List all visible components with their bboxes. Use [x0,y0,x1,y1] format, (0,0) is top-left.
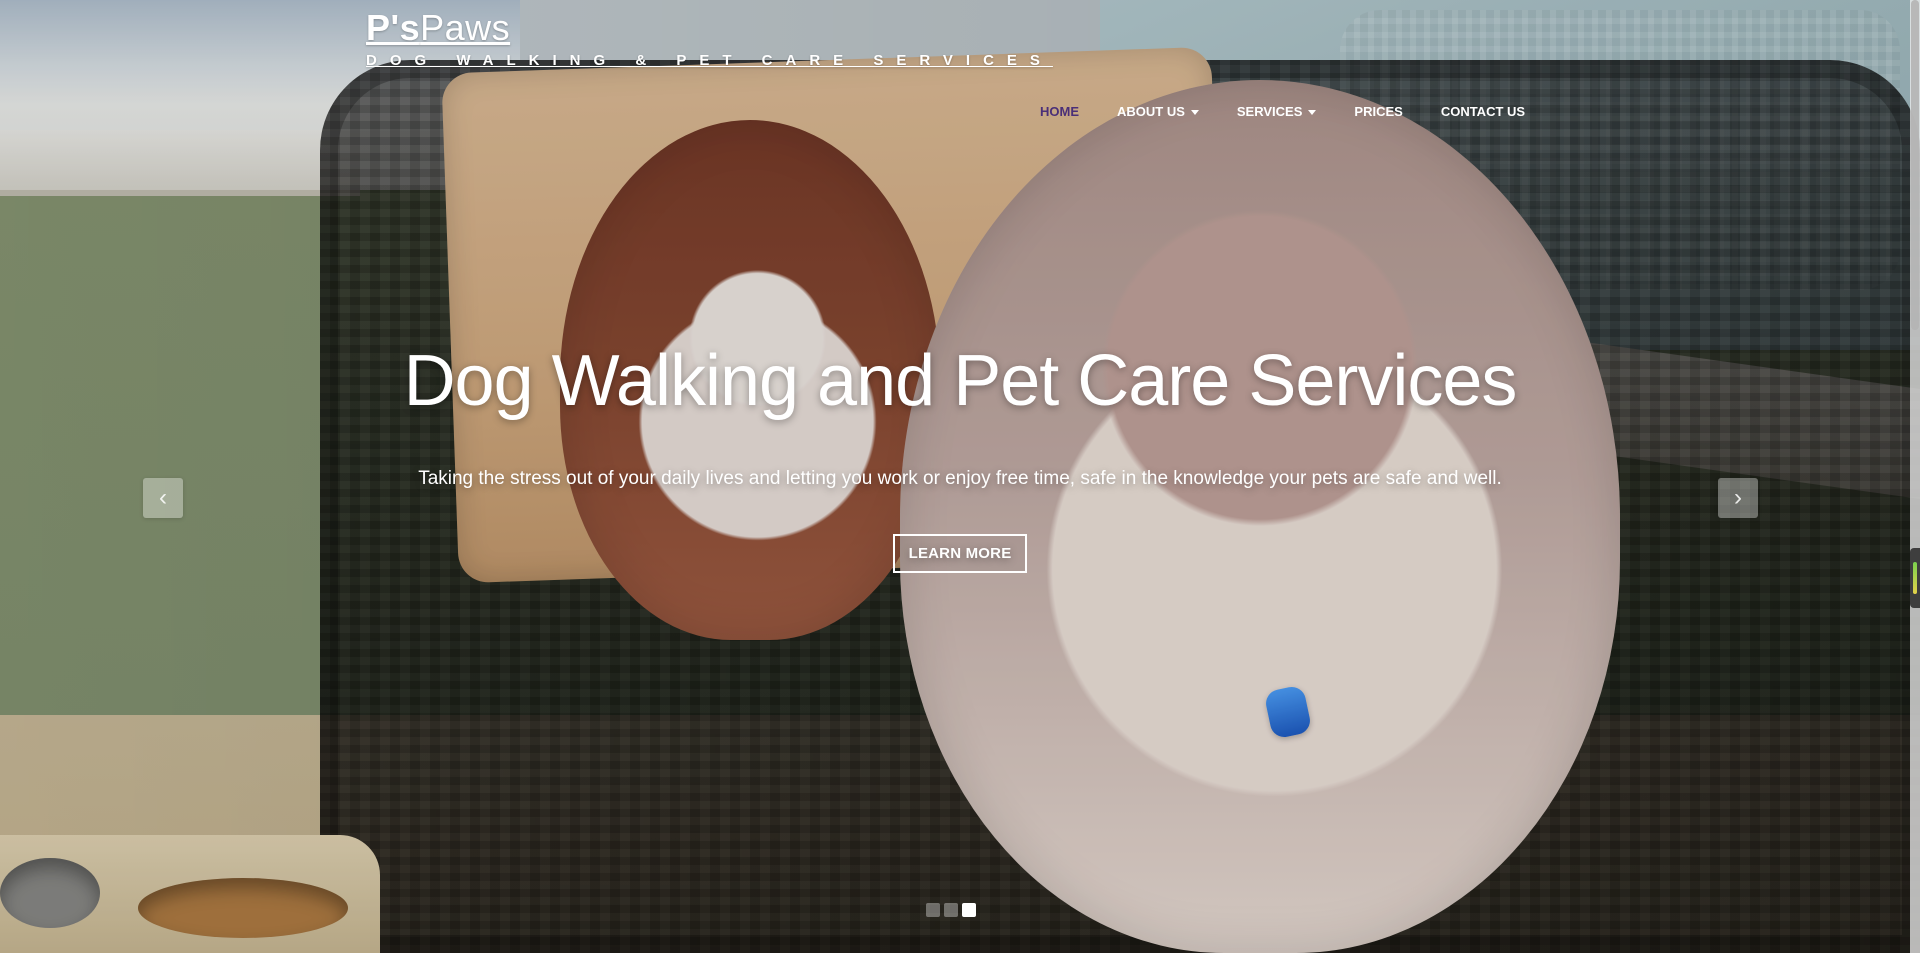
side-widget[interactable] [1910,548,1920,608]
hero-carousel: P'sPaws DOG WALKING & PET CARE SERVICES … [0,0,1920,953]
main-nav: HOME ABOUT US SERVICES PRICES CONTACT US [1040,98,1525,125]
site-logo[interactable]: P'sPaws DOG WALKING & PET CARE SERVICES [366,8,1053,70]
carousel-next-button[interactable]: › [1718,478,1758,518]
nav-contact-us-label: CONTACT US [1440,104,1526,119]
nav-contact-us[interactable]: CONTACT US [1441,98,1525,125]
chevron-left-icon: ‹ [159,484,167,511]
brand-title: P'sPaws [366,8,1053,48]
nav-home-label: HOME [1040,104,1079,119]
nav-about-us[interactable]: ABOUT US [1117,98,1199,125]
nav-prices[interactable]: PRICES [1354,98,1402,125]
hero-subtitle: Taking the stress out of your daily live… [418,468,1502,489]
hero-content: Dog Walking and Pet Care Services Taking… [0,340,1920,573]
brand-title-light: Paws [420,7,511,48]
dropdown-caret-icon [1190,110,1199,115]
carousel-indicator-1[interactable] [926,903,940,917]
learn-more-button[interactable]: LEARN MORE [892,534,1028,573]
carousel-indicator-3[interactable] [962,903,976,917]
carousel-indicator-2[interactable] [944,903,958,917]
nav-services-label: SERVICES [1236,104,1303,119]
hero-title: Dog Walking and Pet Care Services [403,341,1518,421]
dropdown-caret-icon [1308,110,1317,115]
carousel-indicators [926,903,976,917]
nav-about-us-label: ABOUT US [1117,104,1185,119]
chevron-right-icon: › [1734,484,1742,511]
brand-subtitle: DOG WALKING & PET CARE SERVICES [366,52,1053,69]
nav-services[interactable]: SERVICES [1237,98,1317,125]
scrollbar-thumb[interactable] [1911,0,1919,330]
page-scrollbar[interactable] [1910,0,1920,953]
nav-prices-label: PRICES [1354,104,1403,119]
carousel-prev-button[interactable]: ‹ [143,478,183,518]
nav-home[interactable]: HOME [1040,98,1079,125]
brand-title-strong: P's [366,7,421,48]
